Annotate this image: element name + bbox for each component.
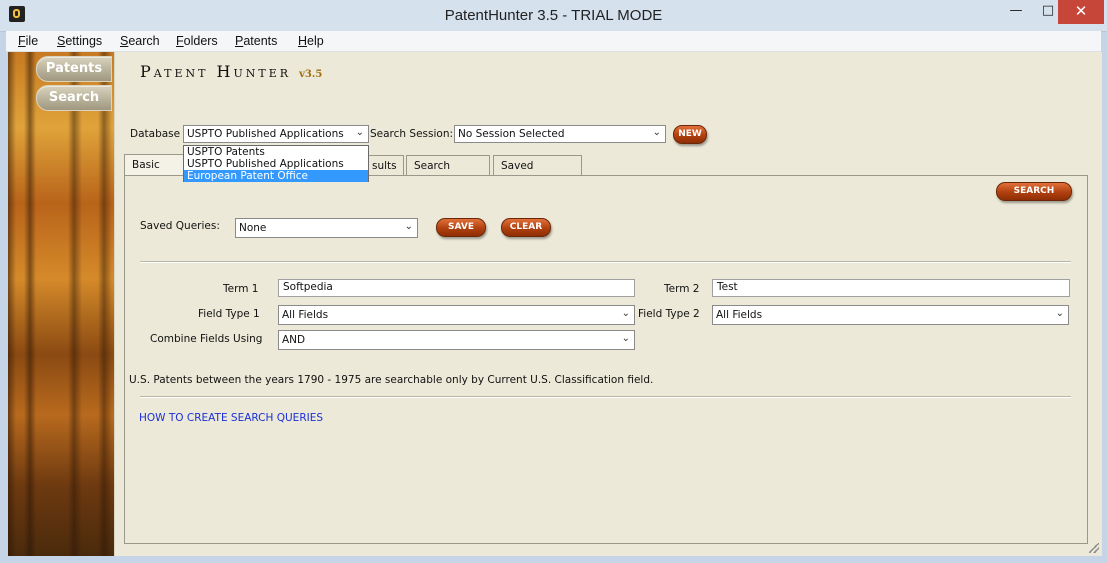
search-session-select[interactable]: No Session Selected ⌄ bbox=[454, 125, 666, 143]
menu-help[interactable]: Help bbox=[298, 34, 324, 48]
search-session-label: Search Session: bbox=[370, 128, 454, 140]
menu-file[interactable]: File bbox=[18, 34, 38, 48]
term1-input[interactable]: Softpedia bbox=[278, 279, 635, 297]
database-value: USPTO Published Applications bbox=[187, 128, 344, 140]
new-session-button[interactable]: NEW bbox=[673, 125, 707, 144]
saved-queries-label: Saved Queries: bbox=[140, 220, 220, 232]
term2-label: Term 2 bbox=[664, 283, 700, 295]
field-type2-label: Field Type 2 bbox=[638, 308, 700, 320]
search-session-value: No Session Selected bbox=[458, 128, 565, 140]
menu-folders[interactable]: Folders bbox=[176, 34, 218, 48]
combine-fields-value: AND bbox=[282, 334, 306, 346]
classification-note: U.S. Patents between the years 1790 - 19… bbox=[129, 374, 654, 386]
clear-button[interactable]: CLEAR bbox=[501, 218, 551, 237]
chevron-down-icon: ⌄ bbox=[404, 221, 413, 232]
database-option-epo[interactable]: European Patent Office bbox=[184, 170, 368, 182]
save-button[interactable]: SAVE bbox=[436, 218, 486, 237]
database-option-uspto-published[interactable]: USPTO Published Applications bbox=[184, 158, 368, 170]
tab-basic-search[interactable]: Basic Sea bbox=[124, 154, 184, 191]
tab-results[interactable]: sults bbox=[364, 155, 404, 175]
tab-saved-reports[interactable]: Saved Reports bbox=[493, 155, 582, 192]
chevron-down-icon: ⌄ bbox=[621, 308, 630, 319]
search-button[interactable]: SEARCH bbox=[996, 182, 1072, 201]
tab-search-report[interactable]: Search Report bbox=[406, 155, 490, 192]
close-button[interactable]: ✕ bbox=[1058, 0, 1104, 24]
field-type1-label: Field Type 1 bbox=[198, 308, 260, 320]
database-option-uspto-patents[interactable]: USPTO Patents bbox=[184, 146, 368, 158]
database-select[interactable]: USPTO Published Applications ⌄ bbox=[183, 125, 369, 143]
database-dropdown-list: USPTO Patents USPTO Published Applicatio… bbox=[183, 145, 369, 182]
app-window: PatentHunter 3.5 - TRIAL MODE — □ ✕ File… bbox=[0, 0, 1107, 563]
chevron-down-icon: ⌄ bbox=[355, 127, 364, 138]
divider bbox=[140, 261, 1071, 263]
window-title: PatentHunter 3.5 - TRIAL MODE bbox=[444, 7, 663, 24]
divider bbox=[140, 396, 1071, 398]
logo-version: v3.5 bbox=[299, 69, 323, 80]
sidebar-forest-image bbox=[8, 52, 114, 556]
saved-queries-select[interactable]: None ⌄ bbox=[235, 218, 418, 238]
sidebar-search-button[interactable]: Search bbox=[36, 85, 112, 111]
menu-search[interactable]: Search bbox=[120, 34, 160, 48]
logo-text: Patent Hunter bbox=[140, 62, 292, 81]
app-logo: Patent Hunter v3.5 bbox=[140, 62, 322, 81]
chevron-down-icon: ⌄ bbox=[652, 127, 661, 138]
database-label: Database bbox=[130, 128, 181, 140]
how-to-search-link[interactable]: HOW TO CREATE SEARCH QUERIES bbox=[139, 412, 323, 424]
term1-label: Term 1 bbox=[223, 283, 259, 295]
field-type2-select[interactable]: All Fields ⌄ bbox=[712, 305, 1069, 325]
title-bar[interactable]: PatentHunter 3.5 - TRIAL MODE — □ ✕ bbox=[0, 0, 1107, 32]
tab-results-label: sults bbox=[372, 160, 397, 172]
menu-settings[interactable]: Settings bbox=[57, 34, 102, 48]
resize-grip-icon[interactable] bbox=[1089, 543, 1099, 553]
field-type1-select[interactable]: All Fields ⌄ bbox=[278, 305, 635, 325]
field-type2-value: All Fields bbox=[716, 309, 763, 321]
chevron-down-icon: ⌄ bbox=[1055, 308, 1064, 319]
saved-queries-value: None bbox=[239, 222, 267, 234]
field-type1-value: All Fields bbox=[282, 309, 329, 321]
chevron-down-icon: ⌄ bbox=[621, 333, 630, 344]
sidebar-patents-button[interactable]: Patents bbox=[36, 56, 112, 82]
menu-bar: File Settings Search Folders Patents Hel… bbox=[6, 31, 1101, 52]
combine-fields-label: Combine Fields Using bbox=[150, 333, 263, 345]
menu-patents[interactable]: Patents bbox=[235, 34, 277, 48]
term2-input[interactable]: Test bbox=[712, 279, 1070, 297]
minimize-button[interactable]: — bbox=[1000, 0, 1032, 24]
combine-fields-select[interactable]: AND ⌄ bbox=[278, 330, 635, 350]
